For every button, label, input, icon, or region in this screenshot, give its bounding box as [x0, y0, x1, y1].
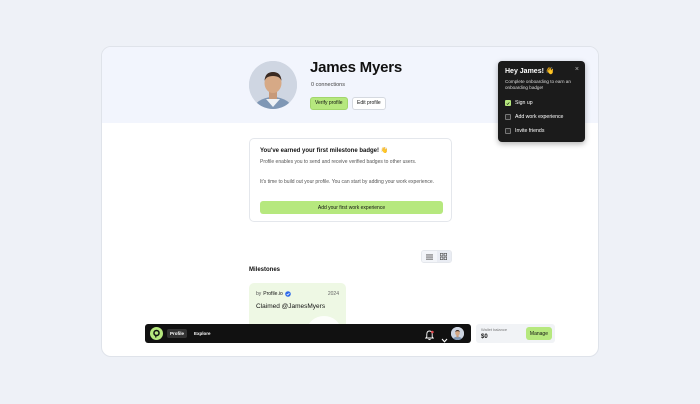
first-milestone-card: You've earned your first milestone badge… [249, 138, 452, 222]
milestone-badge-card[interactable]: by Profile.io 2024 Claimed @JamesMyers [249, 283, 346, 329]
task-label: Invite friends [515, 128, 545, 134]
grid-icon [440, 253, 448, 260]
notifications-button[interactable] [424, 328, 435, 346]
check-icon [506, 101, 510, 105]
verified-check-icon [284, 291, 291, 297]
checkbox-checked-icon[interactable] [505, 100, 511, 106]
view-toggle [421, 250, 452, 263]
milestone-card-title: You've earned your first milestone badge… [260, 148, 389, 154]
milestone-card-text-2: It's time to build out your profile. You… [260, 179, 435, 185]
milestone-card-text-1: Profile enables you to send and receive … [260, 159, 417, 165]
badge-year: 2024 [327, 291, 339, 297]
manage-wallet-button[interactable]: Manage [525, 327, 552, 340]
add-work-experience-button[interactable]: Add your first work experience [260, 201, 443, 214]
verify-profile-button[interactable]: Verify profile [310, 97, 348, 110]
taskbar-avatar[interactable] [451, 327, 464, 340]
onboarding-task-work-experience[interactable]: Add work experience [505, 114, 563, 120]
task-label: Sign up [515, 100, 533, 106]
chevron-down-icon [441, 338, 448, 343]
badge-issuer: by Profile.io [256, 291, 291, 297]
wallet-label: Wallet balance [481, 327, 508, 332]
grid-view-button[interactable] [436, 251, 451, 262]
list-view-button[interactable] [422, 251, 437, 262]
wallet-widget: Wallet balance $0 Manage [476, 324, 555, 343]
logo-mark [153, 329, 160, 338]
onboarding-description: Complete onboarding to earn an onboardin… [505, 79, 571, 90]
avatar-image-small [451, 327, 464, 340]
badge-title: Claimed @JamesMyers [256, 303, 326, 310]
list-icon [425, 254, 433, 260]
task-label: Add work experience [515, 114, 564, 120]
bottom-taskbar: Profile Explore [145, 324, 471, 343]
account-menu-toggle[interactable] [441, 330, 448, 348]
bell-icon [424, 330, 435, 341]
milestones-heading: Milestones [249, 267, 281, 273]
onboarding-task-invite-friends[interactable]: Invite friends [505, 128, 544, 134]
profile-name: James Myers [310, 59, 403, 76]
onboarding-task-sign-up[interactable]: Sign up [505, 100, 533, 106]
connections-count[interactable]: 0 connections [311, 82, 345, 88]
checkbox-icon[interactable] [505, 128, 511, 134]
wallet-balance: $0 [481, 334, 488, 340]
close-icon[interactable]: × [575, 66, 579, 73]
badge-issuer-name[interactable]: Profile.io [263, 291, 282, 297]
profile-avatar[interactable] [249, 61, 297, 109]
taskbar-item-explore[interactable]: Explore [191, 329, 214, 338]
badge-by-prefix: by [256, 291, 262, 297]
avatar-image [249, 61, 297, 109]
onboarding-popover: Hey James! 👋 × Complete onboarding to ea… [498, 61, 585, 142]
profile-logo-icon[interactable] [150, 327, 163, 340]
taskbar-item-profile[interactable]: Profile [167, 329, 188, 338]
checkbox-icon[interactable] [505, 114, 511, 120]
onboarding-title: Hey James! 👋 [505, 68, 555, 75]
edit-profile-button[interactable]: Edit profile [352, 97, 386, 110]
